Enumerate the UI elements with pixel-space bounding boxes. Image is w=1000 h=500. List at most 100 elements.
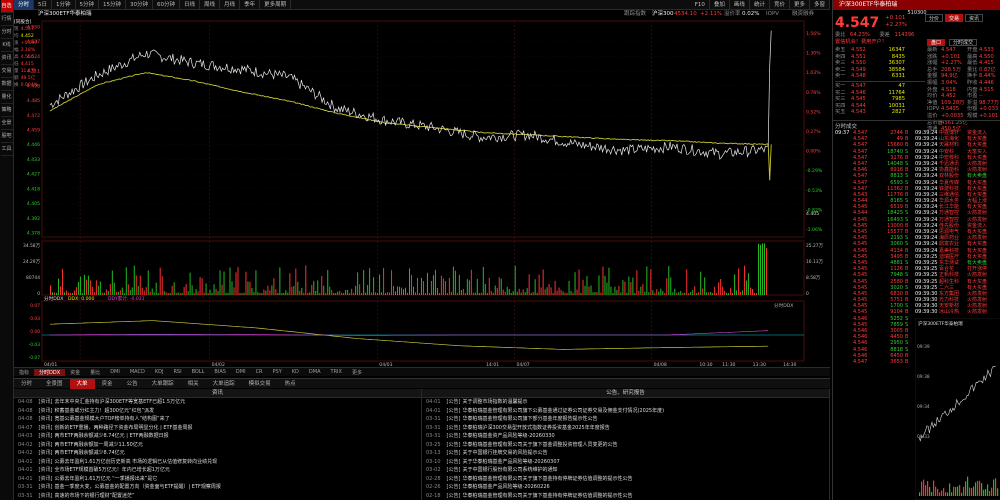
announcement-row[interactable]: 04-01 [公告] 关于调整市场指数的温馨提示	[422, 398, 829, 407]
indicator-tab-15[interactable]: TRIX	[326, 369, 347, 375]
news-row[interactable]: 04-08 [资讯] 去年末中央汇金持有沪深300ETF等宽基ETF已超1.5万亿元	[14, 398, 421, 407]
bottom-tab-9[interactable]: 热点	[278, 379, 303, 389]
indicator-tab-12[interactable]: PSY	[268, 369, 287, 375]
tab-trades[interactable]: 分时成交	[949, 39, 978, 46]
bottom-tab-3[interactable]: 资金	[95, 379, 120, 389]
news-title[interactable]: 公募去年盈利1.61万亿元 “一季播报出来”是它	[54, 476, 157, 482]
toolbar-right-0[interactable]: F10	[691, 0, 710, 10]
bottom-tab-2[interactable]: 大单	[69, 378, 95, 389]
event-row[interactable]: 09:39:30 冰山冷热 火箭发射	[915, 309, 1000, 315]
period-tab-7[interactable]: 日线	[180, 0, 201, 10]
indicator-tab-6[interactable]: KDJ	[150, 369, 169, 375]
announcement-title[interactable]: 关于中国银行挂牌交易的风险提示公告	[462, 450, 547, 456]
indicator-tab-14[interactable]: DMA	[304, 369, 326, 375]
news-title[interactable]: 创新的ETF重播，两种路径下资金布局明显分化 | ETF基金周报	[54, 425, 192, 431]
indicator-tab-11[interactable]: CR	[251, 369, 268, 375]
indicator-tab-9[interactable]: BIAS	[209, 369, 231, 375]
left-tool-10[interactable]: 股吧	[0, 130, 13, 143]
news-title[interactable]: 公募去年盈利1.61万亿创历史新高 市场的逻辑已从估值修复转向业绩兑现	[54, 459, 217, 465]
period-tab-10[interactable]: 季年	[240, 0, 261, 10]
news-row[interactable]: 04-01 [资讯] 公募去年盈利1.61万亿元 “一季播报出来”是它	[14, 475, 421, 484]
period-tab-6[interactable]: 60分钟	[153, 0, 181, 10]
announcement-row[interactable]: 02-18 [公告] 华泰柏瑞基金管理有限公司关于旗下基金持有停牌证券估值调整的提示…	[422, 492, 829, 500]
period-tab-4[interactable]: 15分钟	[99, 0, 127, 10]
period-tab-1[interactable]: 5日	[34, 0, 53, 10]
indicator-tab-8[interactable]: BOLL	[187, 369, 210, 375]
announcement-title[interactable]: 关于调整市场指数的温馨提示	[462, 399, 527, 405]
news-row[interactable]: 04-03 [资讯] 两市ETF两融余额减少8.74亿元 | ETF两融数据日报	[14, 432, 421, 441]
period-tab-5[interactable]: 30分钟	[126, 0, 154, 10]
toolbar-right-1[interactable]: 叠加	[710, 0, 730, 10]
left-tool-1[interactable]: 行情	[0, 13, 13, 26]
bottom-tab-4[interactable]: 公告	[120, 379, 145, 389]
announcement-row[interactable]: 03-13 [公告] 关于中国银行挂牌交易的风险提示公告	[422, 449, 829, 458]
quote-btn-2[interactable]: 资讯	[965, 14, 984, 22]
indicator-tab-3[interactable]: 量比	[85, 369, 105, 376]
left-tool-6[interactable]: 数据	[0, 78, 13, 91]
bottom-tab-0[interactable]: 分时	[14, 379, 39, 389]
period-tab-2[interactable]: 1分钟	[52, 0, 76, 10]
announcement-row[interactable]: 03-10 [公告] 关于华泰柏瑞基金产品风险等级-20260307	[422, 458, 829, 467]
news-row[interactable]: 03-31 [资讯] 高速的市场下的银行理财“配置迷茫”	[14, 492, 421, 500]
bottom-tab-7[interactable]: 大单追踪	[206, 379, 242, 389]
indicator-tab-7[interactable]: RSI	[168, 369, 186, 375]
bottom-tab-8[interactable]: 模拟交易	[242, 379, 278, 389]
news-title[interactable]: 全市场ETF规模首破5万亿元！年内已增长超1万亿元	[54, 467, 169, 473]
bottom-tab-1[interactable]: 全景图	[39, 379, 70, 389]
news-row[interactable]: 04-02 [资讯] 两市ETF两融余额减少8.74亿元	[14, 449, 421, 458]
announcement-title[interactable]: 关于华泰柏瑞基金产品风险等级-20260307	[462, 459, 559, 465]
promo-link[interactable]: 置信机会！费用开户！	[835, 39, 887, 45]
news-title[interactable]: 两市ETF两融余额减少8.74亿元	[54, 450, 124, 456]
left-tool-4[interactable]: 资讯	[0, 52, 13, 65]
toolbar-right-3[interactable]: 统计	[750, 0, 770, 10]
news-row[interactable]: 04-07 [资讯] 创新的ETF重播，两种路径下资金布局明显分化 | ETF基金周…	[14, 424, 421, 433]
toolbar-right-6[interactable]: 多窗	[810, 0, 830, 10]
left-tool-3[interactable]: K线	[0, 39, 13, 52]
announcement-title[interactable]: 华泰柏瑞基金产品风险等级-20260226	[462, 484, 549, 490]
bottom-tab-5[interactable]: 大单跟踪	[145, 379, 181, 389]
indicator-tab-16[interactable]: 更多	[347, 369, 367, 376]
indicator-tab-4[interactable]: DMI	[105, 369, 125, 375]
announcement-title[interactable]: 华泰柏瑞基金管理有限公司旗下公募基金通过证券公司证券交易及佣金支付情况(2025…	[462, 408, 664, 414]
news-title[interactable]: 两市ETF两融余额加一周减少11.50亿元	[54, 442, 142, 448]
news-row[interactable]: 04-08 [资讯] 宽基公募基金规模大户TOP榜单持有人“结构图”来了	[14, 415, 421, 424]
news-title[interactable]: 积蓄基金或分红主力！超300亿元“红包”派发	[54, 408, 154, 414]
announcement-row[interactable]: 02-28 [公告] 华泰柏瑞基金管理有限公司关于旗下基金持有停牌证券估值调整的提示…	[422, 475, 829, 484]
period-tab-0[interactable]: 分时	[14, 0, 35, 10]
announcement-title[interactable]: 华泰柏瑞沪深300交易型开放式指数证券投资基金2025年年度报告	[462, 425, 609, 431]
announcement-row[interactable]: 02-26 [公告] 华泰柏瑞基金产品风险等级-20260226	[422, 483, 829, 492]
announcement-row[interactable]: 03-25 [公告] 华泰柏瑞基金管理有限公司关于旗下基金调整投资管理人员变更的公告	[422, 441, 829, 450]
announcement-title[interactable]: 关于中国银行股份有限公司系统维护的通知	[462, 467, 557, 473]
left-tool-11[interactable]: 工具	[0, 143, 13, 156]
news-title[interactable]: 高速的市场下的银行理财“配置迷茫”	[54, 493, 134, 499]
quote-btn-1[interactable]: 交易	[945, 14, 964, 22]
announcement-row[interactable]: 04-01 [公告] 华泰柏瑞基金管理有限公司旗下公募基金通过证券公司证券交易及佣金…	[422, 407, 829, 416]
announcement-row[interactable]: 03-31 [公告] 华泰柏瑞沪深300交易型开放式指数证券投资基金2025年年度报…	[422, 424, 829, 433]
announcement-title[interactable]: 华泰柏瑞基金资产品风险等级-20260330	[462, 433, 554, 439]
announcement-row[interactable]: 03-31 [公告] 华泰柏瑞基金管理有限公司旗下部分基金年度报告提示性公告	[422, 415, 829, 424]
indicator-tab-10[interactable]: DMI	[231, 369, 251, 375]
quote-btn-0[interactable]: 分价	[925, 14, 944, 22]
indicator-tab-0[interactable]: 指标	[14, 369, 34, 376]
period-tab-8[interactable]: 周线	[200, 0, 221, 10]
news-row[interactable]: 03-31 [资讯] 基金一季度大变，公募基金的配置方向（资金面与ETF提醒）| E…	[14, 483, 421, 492]
indicator-tab-2[interactable]: 资金	[65, 369, 85, 376]
news-row[interactable]: 04-01 [资讯] 公募去年盈利1.61万亿创历史新高 市场的逻辑已从估值修复转向…	[14, 458, 421, 467]
toolbar-right-5[interactable]: 更多	[790, 0, 810, 10]
news-title[interactable]: 两市ETF两融余额减少8.74亿元 | ETF两融数据日报	[54, 433, 168, 439]
period-tab-9[interactable]: 月线	[220, 0, 241, 10]
announcement-title[interactable]: 华泰柏瑞基金管理有限公司关于旗下基金调整投资管理人员变更的公告	[462, 442, 617, 448]
indicator-tab-13[interactable]: KD	[287, 369, 304, 375]
left-tool-2[interactable]: 分时	[0, 26, 13, 39]
period-tab-11[interactable]: 更多周期	[260, 0, 292, 10]
news-row[interactable]: 04-01 [资讯] 全市场ETF规模首破5万亿元！年内已增长超1万亿元	[14, 466, 421, 475]
main-charts[interactable]: 4.5504.5374.5244.5114.4984.4854.4724.459…	[14, 19, 830, 367]
tab-pankou[interactable]: 盘口	[927, 39, 946, 46]
indicator-tab-5[interactable]: MACD	[125, 369, 150, 375]
indicator-tab-1[interactable]: 分时DDX	[34, 368, 66, 376]
news-title[interactable]: 基金一季度大变，公募基金的配置方向（资金面与ETF提醒）| ETF观察周报	[54, 484, 220, 490]
left-tool-7[interactable]: 量化	[0, 91, 13, 104]
announcement-row[interactable]: 03-31 [公告] 华泰柏瑞基金资产品风险等级-20260330	[422, 432, 829, 441]
announcement-title[interactable]: 华泰柏瑞基金管理有限公司关于旗下基金持有停牌证券估值调整的提示性公告	[462, 493, 632, 499]
left-tool-0[interactable]: 自选	[0, 0, 13, 13]
